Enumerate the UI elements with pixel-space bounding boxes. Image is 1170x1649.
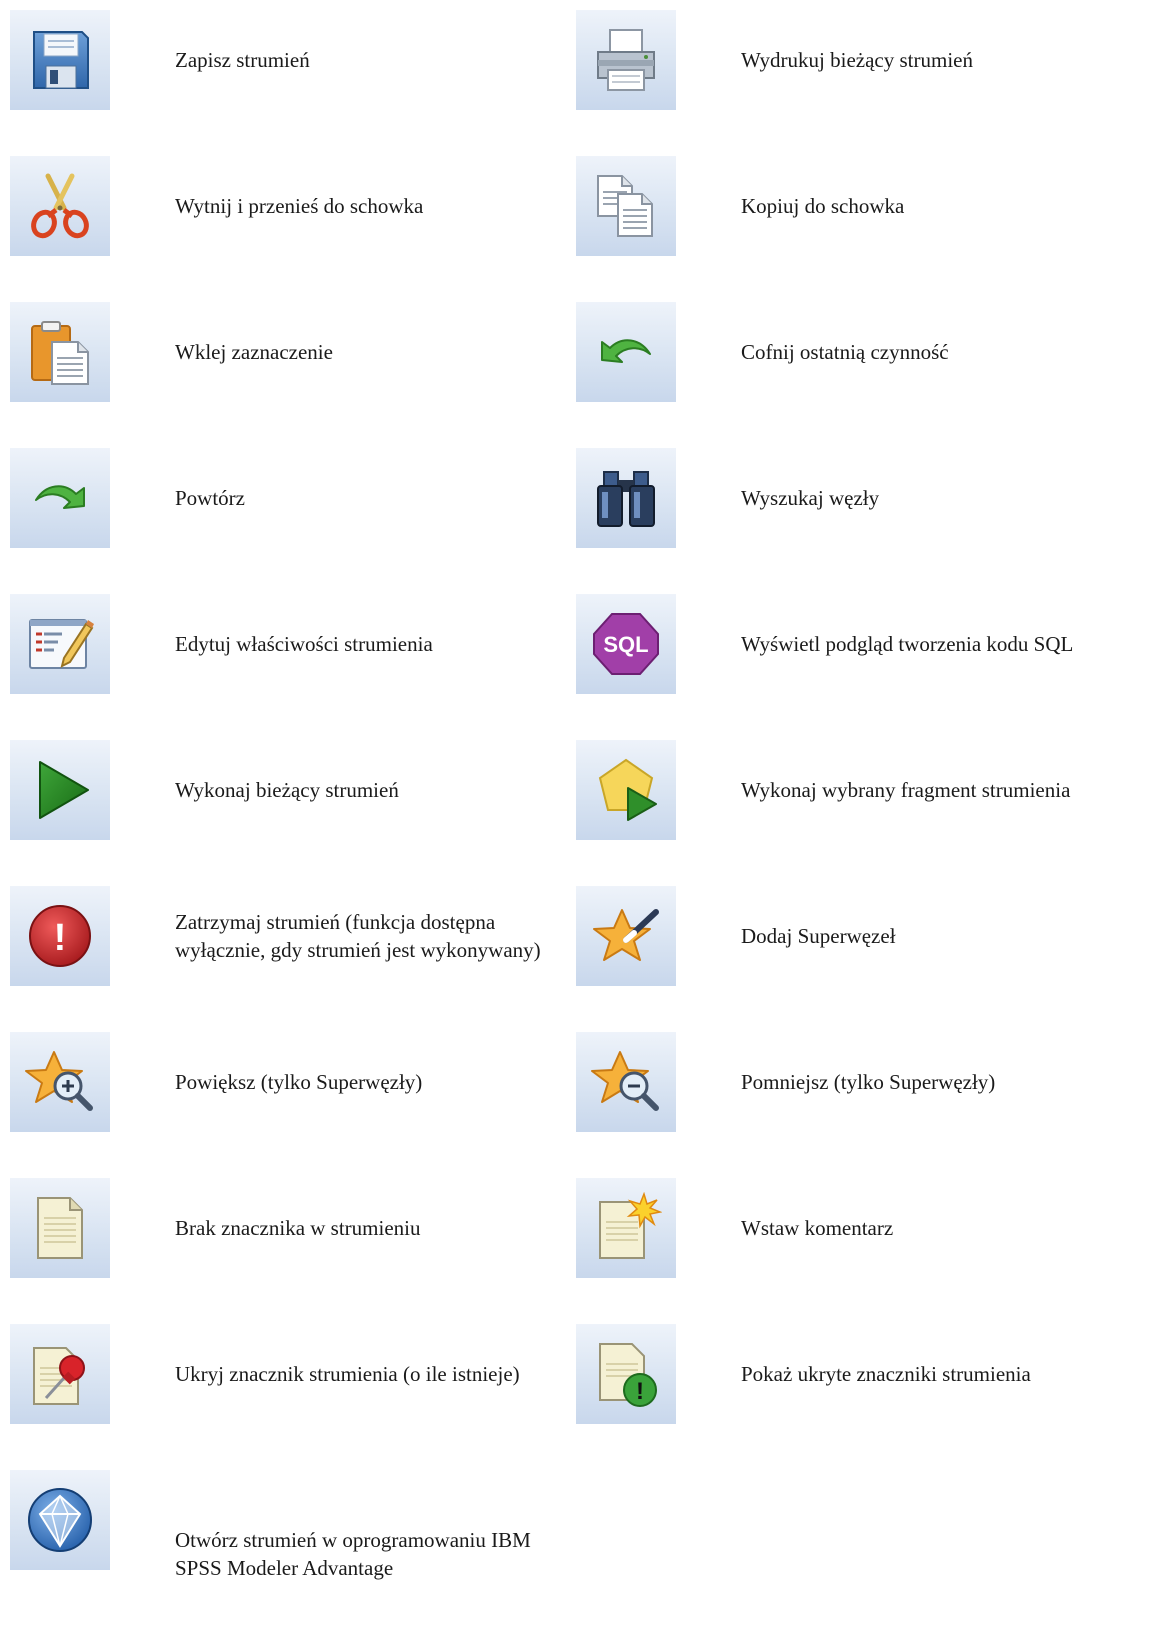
legend-label: Cofnij ostatnią czynność	[741, 340, 949, 364]
add-supernode-icon[interactable]	[576, 886, 676, 986]
legend-label: Wykonaj bieżący strumień	[175, 778, 399, 802]
legend-item-run-selection: Wykonaj wybrany fragment strumienia	[566, 730, 1126, 840]
no-markup-icon[interactable]	[10, 1178, 110, 1278]
stop-icon[interactable]: !	[10, 886, 110, 986]
legend-label: Ukryj znacznik strumienia (o ile istniej…	[175, 1362, 520, 1386]
legend-item-undo: Cofnij ostatnią czynność	[566, 292, 1126, 402]
legend-item-redo: Powtórz	[0, 438, 560, 548]
legend-label: Wydrukuj bieżący strumień	[741, 48, 973, 72]
edit-properties-icon[interactable]	[10, 594, 110, 694]
binoculars-icon[interactable]	[576, 448, 676, 548]
legend-item-insert-comment: Wstaw komentarz	[566, 1168, 1126, 1278]
legend-label: Wytnij i przenieś do schowka	[175, 194, 424, 218]
undo-icon[interactable]	[576, 302, 676, 402]
legend-label: Wklej zaznaczenie	[175, 340, 333, 364]
legend-label: Wyszukaj węzły	[741, 486, 880, 510]
legend-item-find: Wyszukaj węzły	[566, 438, 1126, 548]
legend-item-sql-preview: SQL Wyświetl podgląd tworzenia kodu SQL	[566, 584, 1126, 694]
sql-icon-text: SQL	[603, 632, 648, 657]
save-icon[interactable]	[10, 10, 110, 110]
paste-icon[interactable]	[10, 302, 110, 402]
legend-item-show-hidden-markup: ! Pokaż ukryte znaczniki strumienia	[566, 1314, 1126, 1424]
run-selection-icon[interactable]	[576, 740, 676, 840]
legend-item-no-markup: Brak znacznika w strumieniu	[0, 1168, 560, 1278]
legend-label: Pomniejsz (tylko Superwęzły)	[741, 1070, 996, 1094]
modeler-advantage-icon[interactable]	[10, 1470, 110, 1570]
legend-item-cut: Wytnij i przenieś do schowka	[0, 146, 560, 256]
legend-label: Wstaw komentarz	[741, 1216, 894, 1240]
legend-item-modeler-advantage: Otwórz strumień w oprogramowaniu IBM SPS…	[0, 1460, 560, 1580]
legend-label: Pokaż ukryte znaczniki strumienia	[741, 1362, 1031, 1386]
copy-icon[interactable]	[576, 156, 676, 256]
zoom-in-supernode-icon[interactable]	[10, 1032, 110, 1132]
insert-comment-icon[interactable]	[576, 1178, 676, 1278]
legend-label: Otwórz strumień w oprogramowaniu IBM SPS…	[175, 1528, 531, 1580]
scissors-icon[interactable]	[10, 156, 110, 256]
legend-item-copy: Kopiuj do schowka	[566, 146, 1126, 256]
show-hidden-markup-icon-text: !	[636, 1378, 644, 1405]
legend-item-stop: ! Zatrzymaj strumień (funkcja dostępna w…	[0, 876, 560, 986]
sql-icon[interactable]: SQL	[576, 594, 676, 694]
legend-item-run: Wykonaj bieżący strumień	[0, 730, 560, 840]
redo-icon[interactable]	[10, 448, 110, 548]
legend-item-save: Zapisz strumień	[0, 0, 560, 110]
legend-item-edit-properties: Edytuj właściwości strumienia	[0, 584, 560, 694]
zoom-out-supernode-icon[interactable]	[576, 1032, 676, 1132]
legend-label: Zapisz strumień	[175, 48, 310, 72]
hide-markup-icon[interactable]	[10, 1324, 110, 1424]
legend-item-add-supernode: Dodaj Superwęzeł	[566, 876, 1126, 986]
legend-item-print: Wydrukuj bieżący strumień	[566, 0, 1126, 110]
print-icon[interactable]	[576, 10, 676, 110]
legend-label: Brak znacznika w strumieniu	[175, 1216, 421, 1240]
legend-label: Zatrzymaj strumień (funkcja dostępna wył…	[175, 910, 541, 962]
toolbar-icon-legend: Zapisz strumień Wydrukuj bieżący strumie…	[0, 0, 1170, 1649]
legend-label: Kopiuj do schowka	[741, 194, 905, 218]
legend-label: Powiększ (tylko Superwęzły)	[175, 1070, 423, 1094]
run-icon[interactable]	[10, 740, 110, 840]
legend-label: Powtórz	[175, 486, 245, 510]
legend-label: Wykonaj wybrany fragment strumienia	[741, 778, 1071, 802]
show-hidden-markup-icon[interactable]: !	[576, 1324, 676, 1424]
legend-label: Dodaj Superwęzeł	[741, 924, 896, 948]
legend-item-hide-markup: Ukryj znacznik strumienia (o ile istniej…	[0, 1314, 560, 1424]
legend-item-zoom-out: Pomniejsz (tylko Superwęzły)	[566, 1022, 1126, 1132]
stop-icon-text: !	[54, 917, 67, 959]
legend-item-paste: Wklej zaznaczenie	[0, 292, 560, 402]
legend-item-zoom-in: Powiększ (tylko Superwęzły)	[0, 1022, 560, 1132]
legend-label: Wyświetl podgląd tworzenia kodu SQL	[741, 632, 1074, 656]
legend-label: Edytuj właściwości strumienia	[175, 632, 433, 656]
